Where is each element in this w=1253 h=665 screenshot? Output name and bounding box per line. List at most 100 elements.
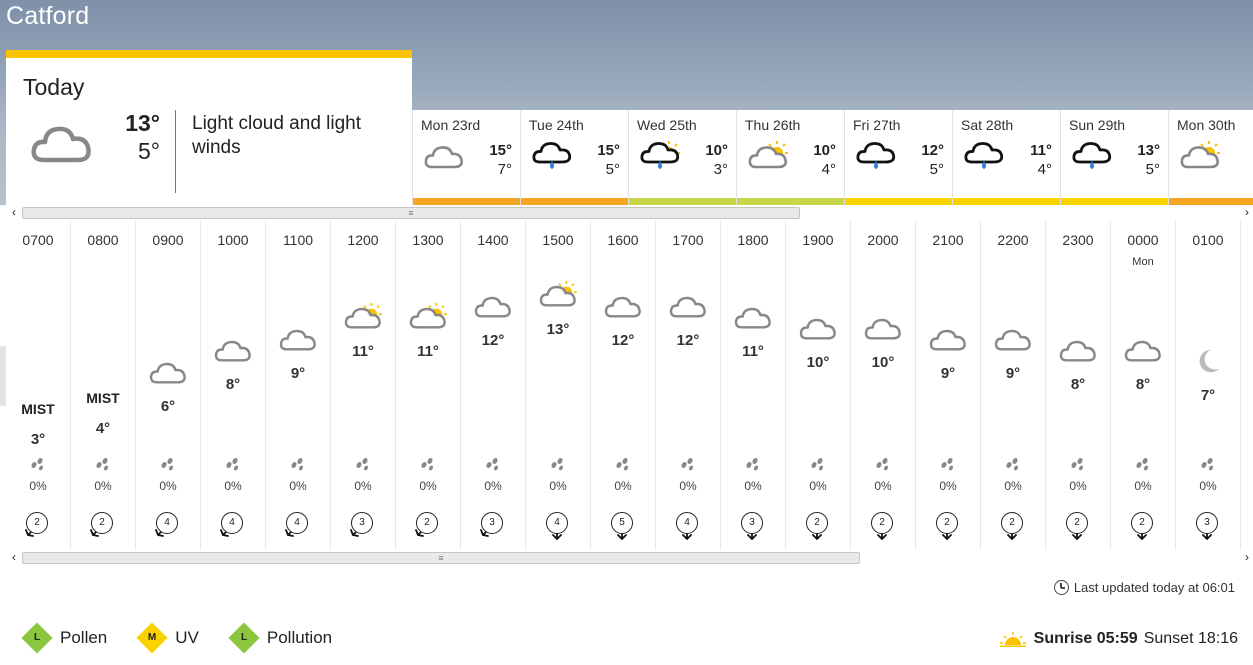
cloud-icon (278, 324, 318, 354)
hour-column[interactable]: 2300 8° 0% 2 (1046, 221, 1111, 550)
day-tab[interactable]: Sat 28th 11° 4° (952, 110, 1060, 205)
day-tab[interactable]: Wed 25th 10° 3° (628, 110, 736, 205)
hour-time: 0000 (1127, 232, 1159, 248)
index-uv[interactable]: M UV (136, 622, 199, 654)
wind-indicator: 2 (803, 510, 833, 540)
day-name: Wed 25th (637, 117, 697, 133)
level-letter: M (148, 632, 157, 643)
rain-cloud-icon (963, 140, 1005, 172)
hour-column[interactable]: 1900 10° 0% 2 (786, 221, 851, 550)
grip-icon: ≡ (438, 553, 444, 563)
scroll-right-arrow-icon[interactable]: › (1241, 205, 1253, 220)
rain-chance: 0% (419, 479, 437, 493)
wind-speed: 4 (156, 512, 178, 534)
index-pollution[interactable]: L Pollution (228, 622, 332, 654)
wind-indicator: 2 (1063, 510, 1093, 540)
hour-column[interactable]: 1400 12° 0% 3 (461, 221, 526, 550)
hour-time: 1900 (802, 232, 834, 248)
wind-speed: 2 (1001, 512, 1023, 534)
hour-column[interactable]: 1700 12° 0% 4 (656, 221, 721, 550)
level-badge-icon: M (136, 622, 168, 654)
wind-indicator: 2 (23, 510, 53, 540)
cloud-icon (863, 313, 903, 343)
day-tab[interactable]: Mon 23rd 15° 7° (412, 110, 520, 205)
scrollbar-thumb[interactable]: ≡ (22, 552, 860, 564)
scroll-right-arrow-icon[interactable]: › (1241, 550, 1253, 565)
raindrops-icon (616, 457, 629, 471)
day-tab[interactable]: Thu 26th 10° 4° (736, 110, 844, 205)
hourly-forecast: 0700 MIST 3° 0% 2 0800 MIST 4° 0% 2 0900 6° 0% 4 1000 8… (6, 221, 1241, 550)
day-tab[interactable]: Sun 29th 13° 5° (1060, 110, 1168, 205)
scroll-left-arrow-icon[interactable]: ‹ (8, 205, 20, 220)
grip-icon: ≡ (408, 208, 414, 218)
today-card[interactable]: Today 13° 5° Light cloud and light winds (6, 50, 412, 205)
raindrops-icon (681, 457, 694, 471)
raindrops-icon (226, 457, 239, 471)
hour-column[interactable]: 1200 11° 0% 3 (331, 221, 396, 550)
wind-speed: 5 (611, 512, 633, 534)
clock-icon (1053, 580, 1069, 595)
hour-column[interactable]: 2000 10° 0% 2 (851, 221, 916, 550)
hour-column[interactable]: 1300 11° 0% 2 (396, 221, 461, 550)
hour-time: 1700 (672, 232, 704, 248)
day-tab[interactable]: Fri 27th 12° 5° (844, 110, 952, 205)
day-name: Fri 27th (853, 117, 901, 133)
day-name: Mon 30th (1177, 117, 1236, 133)
day-severity-bar (1061, 198, 1168, 205)
day-low-temp: 7° (497, 161, 512, 178)
day-high-temp: 10° (705, 142, 728, 159)
today-title: Today (23, 74, 85, 100)
sunrise-icon (999, 632, 1026, 647)
hour-temperature: 8° (225, 376, 241, 393)
scroll-left-arrow-icon[interactable]: ‹ (8, 550, 20, 565)
hour-column[interactable]: 0100 7° 0% 3 (1176, 221, 1241, 550)
hour-column[interactable]: 1100 9° 0% 4 (266, 221, 331, 550)
divider (175, 110, 176, 193)
cloud-icon (1058, 335, 1098, 365)
raindrops-icon (356, 457, 369, 471)
hour-column[interactable]: 1600 12° 0% 5 (591, 221, 656, 550)
hour-column[interactable]: 1800 11° 0% 3 (721, 221, 786, 550)
wind-indicator: 3 (478, 510, 508, 540)
hour-column[interactable]: 1000 8° 0% 4 (201, 221, 266, 550)
rain-chance: 0% (809, 479, 827, 493)
wind-speed: 2 (91, 512, 113, 534)
hour-column[interactable]: 0700 MIST 3° 0% 2 (6, 221, 71, 550)
level-letter: L (240, 632, 247, 643)
rain-chance: 0% (614, 479, 632, 493)
days-scrollbar[interactable]: ‹ ≡ › (6, 205, 1253, 220)
raindrops-icon (941, 457, 954, 471)
day-tab[interactable]: Mon 30th1 (1168, 110, 1253, 205)
day-severity-bar (845, 198, 952, 205)
raindrops-icon (1006, 457, 1019, 471)
day-low-temp: 5° (929, 161, 944, 178)
scrollbar-thumb[interactable]: ≡ (22, 207, 800, 219)
hour-column[interactable]: 0900 6° 0% 4 (136, 221, 201, 550)
level-badge-icon: L (228, 622, 260, 654)
hour-column[interactable]: 0000 Mon 8° 0% 2 (1111, 221, 1176, 550)
index-pollen[interactable]: L Pollen (21, 622, 107, 654)
hour-time: 0900 (152, 232, 184, 248)
raindrops-icon (551, 457, 564, 471)
hour-time: 0800 (87, 232, 119, 248)
hour-column[interactable]: 0800 MIST 4° 0% 2 (71, 221, 136, 550)
hour-column[interactable]: 2100 9° 0% 2 (916, 221, 981, 550)
rain-chance: 0% (354, 479, 372, 493)
rain-cloud-icon (531, 140, 573, 172)
hour-time: 0100 (1192, 232, 1224, 248)
rain-chance: 0% (1069, 479, 1087, 493)
cloud-icon (1123, 335, 1163, 365)
wind-indicator: 2 (413, 510, 443, 540)
mist-label: MIST (86, 390, 120, 406)
wind-speed: 4 (286, 512, 308, 534)
raindrops-icon (1071, 457, 1084, 471)
index-label: UV (175, 628, 199, 647)
rain-chance: 0% (484, 479, 502, 493)
hour-temperature: 12° (676, 332, 700, 349)
day-tab[interactable]: Tue 24th 15° 5° (520, 110, 628, 205)
raindrops-icon (811, 457, 824, 471)
wind-speed: 2 (806, 512, 828, 534)
hour-column[interactable]: 2200 9° 0% 2 (981, 221, 1046, 550)
hourly-scrollbar[interactable]: ‹ ≡ › (6, 550, 1253, 565)
hour-column[interactable]: 1500 13° 0% 4 (526, 221, 591, 550)
